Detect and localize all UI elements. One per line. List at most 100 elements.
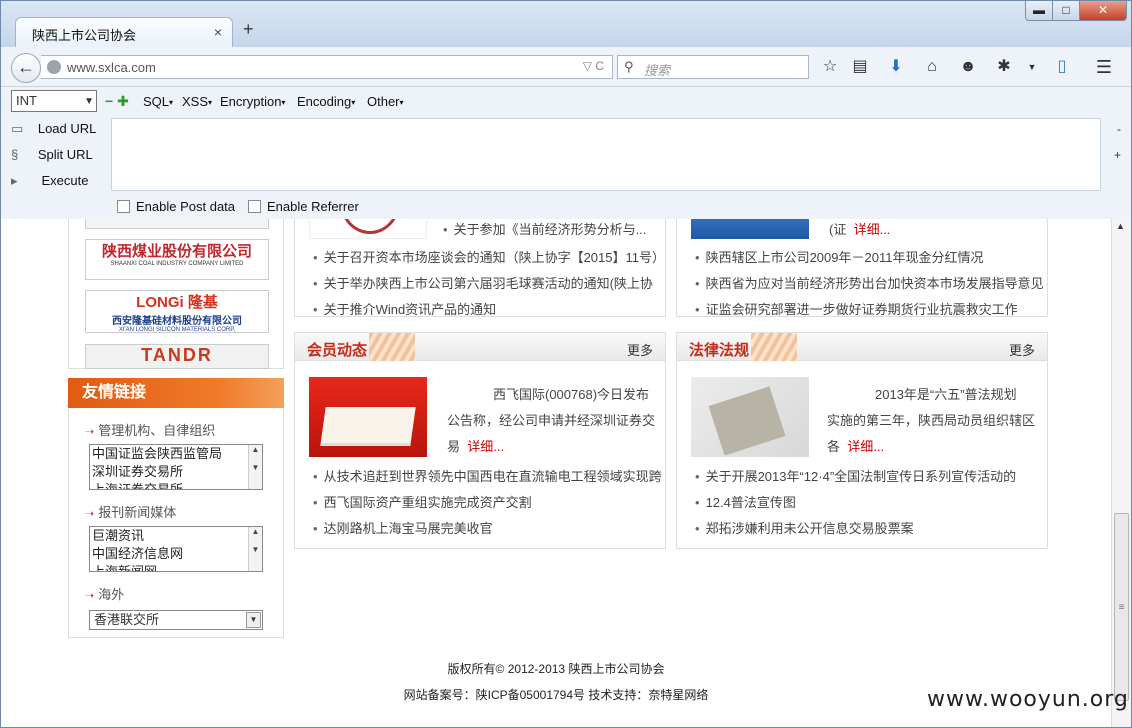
panel-header: 会员动态 更多	[295, 333, 665, 361]
list-option[interactable]: 中国经济信息网	[90, 545, 262, 563]
lead-text: 西飞国际(000768)今日发布	[493, 387, 650, 402]
new-tab-button[interactable]: +	[243, 19, 254, 40]
back-button[interactable]: ←	[11, 53, 41, 83]
book-image[interactable]	[691, 377, 809, 457]
news-title[interactable]: 达刚路机上海宝马展完美收官	[324, 521, 493, 536]
url-text[interactable]: www.sxlca.com	[67, 60, 156, 75]
chat-icon[interactable]: ☻	[957, 57, 979, 79]
tab-active[interactable]: 陕西上市公司协会 ×	[15, 17, 233, 47]
shrink-textarea-button[interactable]: -	[1117, 122, 1121, 136]
split-url-button[interactable]: § Split URL	[11, 147, 93, 162]
arrow-icon: ➝	[85, 426, 95, 438]
pocket-icon[interactable]: ▯	[1051, 57, 1073, 79]
media-listbox[interactable]: 巨潮资讯 中国经济信息网 上海新闻网 ▲ ▼	[89, 526, 263, 572]
list-option[interactable]: 上海证券交易所	[90, 481, 262, 489]
list-option[interactable]: 中国证监会陕西监管局	[90, 445, 262, 463]
logo-shaanxi-coal[interactable]: 陕西煤业股份有限公司 SHAANXI COAL INDUSTRY COMPANY…	[85, 239, 269, 280]
logo-longi[interactable]: LONGi 隆基 西安隆基硅材料股份有限公司 XI'AN LONGI SILIC…	[85, 290, 269, 333]
hackbar-menu-encryption[interactable]: Encryption▾	[220, 94, 285, 109]
enable-referrer-checkbox[interactable]: Enable Referrer	[248, 199, 359, 214]
scroll-up-icon[interactable]: ▲	[1116, 221, 1125, 231]
news-title[interactable]: 关于参加《当前经济形势分析与...	[454, 222, 647, 237]
load-url-button[interactable]: ▭ Load URL	[11, 121, 96, 137]
url-dropdown-reload[interactable]: ▽ C	[583, 59, 604, 73]
news-title[interactable]: 关于举办陕西上市公司第六届羽毛球赛活动的通知(陕上协	[324, 276, 653, 291]
book-image[interactable]	[309, 377, 427, 457]
news-title[interactable]: 郑拓涉嫌利用未公开信息交易股票案	[706, 521, 914, 536]
news-item[interactable]: • 从技术追赶到世界领先中国西电在直流输电工程领域实现跨	[313, 466, 662, 485]
footer-copyright: 版权所有© 2012-2013 陕西上市公司协会	[447, 662, 665, 676]
news-item[interactable]: • 关于举办陕西上市公司第六届羽毛球赛活动的通知(陕上协	[313, 273, 653, 292]
hackbar-menu-encoding[interactable]: Encoding▾	[297, 94, 355, 109]
minus-plus-icons[interactable]: − ✚	[105, 93, 129, 110]
list-option[interactable]: 上海新闻网	[90, 563, 262, 571]
enable-post-data-checkbox[interactable]: Enable Post data	[117, 199, 235, 214]
hackbar-menu-xss[interactable]: XSS▾	[182, 94, 212, 109]
maximize-button[interactable]: □	[1052, 1, 1080, 21]
url-bar[interactable]: www.sxlca.com ▽ C	[41, 55, 613, 79]
logo-text: LONGi 隆基	[136, 294, 218, 311]
download-icon[interactable]: ⬇	[885, 57, 907, 79]
news-title[interactable]: 关于召开资本市场座谈会的通知（陕上协字【2015】11号）	[324, 250, 665, 265]
friend-links-body: ➝ 管理机构、自律组织 中国证监会陕西监管局 深圳证券交易所 上海证券交易所 ▲ ▼…	[68, 408, 284, 638]
news-title[interactable]: 关于开展2013年“12·4”全国法制宣传日系列宣传活动的	[706, 469, 1017, 484]
news-title[interactable]: 陕西辖区上市公司2009年－2011年现金分红情况	[706, 250, 984, 265]
star-icon[interactable]: ☆	[819, 57, 841, 79]
more-link[interactable]: 更多	[1009, 340, 1035, 359]
close-window-button[interactable]: ✕	[1079, 1, 1127, 21]
chevron-down-icon[interactable]: ▼	[246, 612, 261, 628]
detail-link[interactable]: 详细...	[847, 439, 884, 454]
news-item[interactable]: • 证监会研究部署进一步做好证券期货行业抗震救灾工作	[695, 299, 1018, 318]
reading-list-icon[interactable]: ▤	[849, 57, 871, 79]
news-thumbnail[interactable]	[691, 219, 809, 239]
hackbar-type-select[interactable]: INT ▼	[11, 90, 97, 112]
detail-link[interactable]: 详细...	[467, 439, 504, 454]
checkbox-label: Enable Post data	[136, 199, 236, 214]
checkbox-box[interactable]	[248, 200, 261, 213]
news-item[interactable]: • 陕西辖区上市公司2009年－2011年现金分红情况	[695, 247, 983, 266]
news-item[interactable]: • 关于召开资本市场座谈会的通知（陕上协字【2015】11号）	[313, 247, 665, 266]
more-link[interactable]: 更多	[627, 340, 653, 359]
list-option[interactable]: 巨潮资讯	[90, 527, 262, 545]
scrollbar-thumb[interactable]: ≡	[1114, 513, 1129, 701]
news-item[interactable]: • 西飞国际资产重组实施完成资产交割	[313, 492, 532, 511]
list-option[interactable]: 深圳证券交易所	[90, 463, 262, 481]
listbox-scrollbar[interactable]: ▲ ▼	[248, 445, 262, 489]
regulators-listbox[interactable]: 中国证监会陕西监管局 深圳证券交易所 上海证券交易所 ▲ ▼	[89, 444, 263, 490]
news-title[interactable]: 陕西省为应对当前经济形势出台加快资本市场发展指导意见	[706, 276, 1044, 291]
hackbar-menu-sql[interactable]: SQL▾	[143, 94, 173, 109]
news-title[interactable]: 证监会研究部署进一步做好证券期货行业抗震救灾工作	[706, 302, 1018, 317]
news-item[interactable]: • 关于推介Wind资讯产品的通知	[313, 299, 496, 318]
grow-textarea-button[interactable]: +	[1114, 148, 1121, 162]
logo-tandr[interactable]: TANDR	[85, 344, 269, 369]
news-item[interactable]: • 达刚路机上海宝马展完美收官	[313, 518, 493, 537]
close-tab-icon[interactable]: ×	[214, 24, 222, 40]
listbox-scrollbar[interactable]: ▲ ▼	[248, 527, 262, 571]
checkbox-box[interactable]	[117, 200, 130, 213]
news-item[interactable]: • 郑拓涉嫌利用未公开信息交易股票案	[695, 518, 914, 537]
search-field[interactable]: ⚲ 搜索	[617, 55, 809, 79]
dropdown-icon[interactable]: ▼	[1021, 57, 1043, 79]
execute-button[interactable]: ▸ Execute	[11, 173, 88, 189]
news-item[interactable]: • 关于参加《当前经济形势分析与...	[443, 219, 646, 238]
hackbar-url-textarea[interactable]	[111, 118, 1101, 191]
partial-logo[interactable]	[85, 219, 269, 229]
news-item[interactable]: • 12.4普法宣传图	[695, 492, 796, 511]
news-panel-top-right: (证 详细... • 陕西辖区上市公司2009年－2011年现金分红情况 • 陕西省…	[676, 219, 1048, 317]
logo-subtext: SHAANXI COAL INDUSTRY COMPANY LIMITED	[110, 261, 244, 267]
hackbar: INT ▼ − ✚ SQL▾ XSS▾ Encryption▾ Encoding…	[1, 87, 1131, 219]
detail-link[interactable]: 详细...	[854, 222, 891, 237]
hackbar-menu-other[interactable]: Other▾	[367, 94, 404, 109]
news-item[interactable]: • 关于开展2013年“12·4”全国法制宣传日系列宣传活动的	[695, 466, 1016, 485]
menu-icon[interactable]: ☰	[1093, 57, 1115, 79]
news-title[interactable]: 关于推介Wind资讯产品的通知	[324, 302, 497, 317]
home-icon[interactable]: ⌂	[921, 57, 943, 79]
news-title[interactable]: 12.4普法宣传图	[706, 495, 796, 510]
minimize-button[interactable]: ▬	[1025, 1, 1053, 21]
addon-icon[interactable]: ✱	[993, 57, 1015, 79]
overseas-select[interactable]: 香港联交所 ▼	[89, 610, 263, 630]
news-item[interactable]: • 陕西省为应对当前经济形势出台加快资本市场发展指导意见	[695, 273, 1044, 292]
page-scrollbar[interactable]: ▲ ≡	[1111, 219, 1131, 727]
news-title[interactable]: 西飞国际资产重组实施完成资产交割	[324, 495, 532, 510]
news-title[interactable]: 从技术追赶到世界领先中国西电在直流输电工程领域实现跨	[324, 469, 662, 484]
